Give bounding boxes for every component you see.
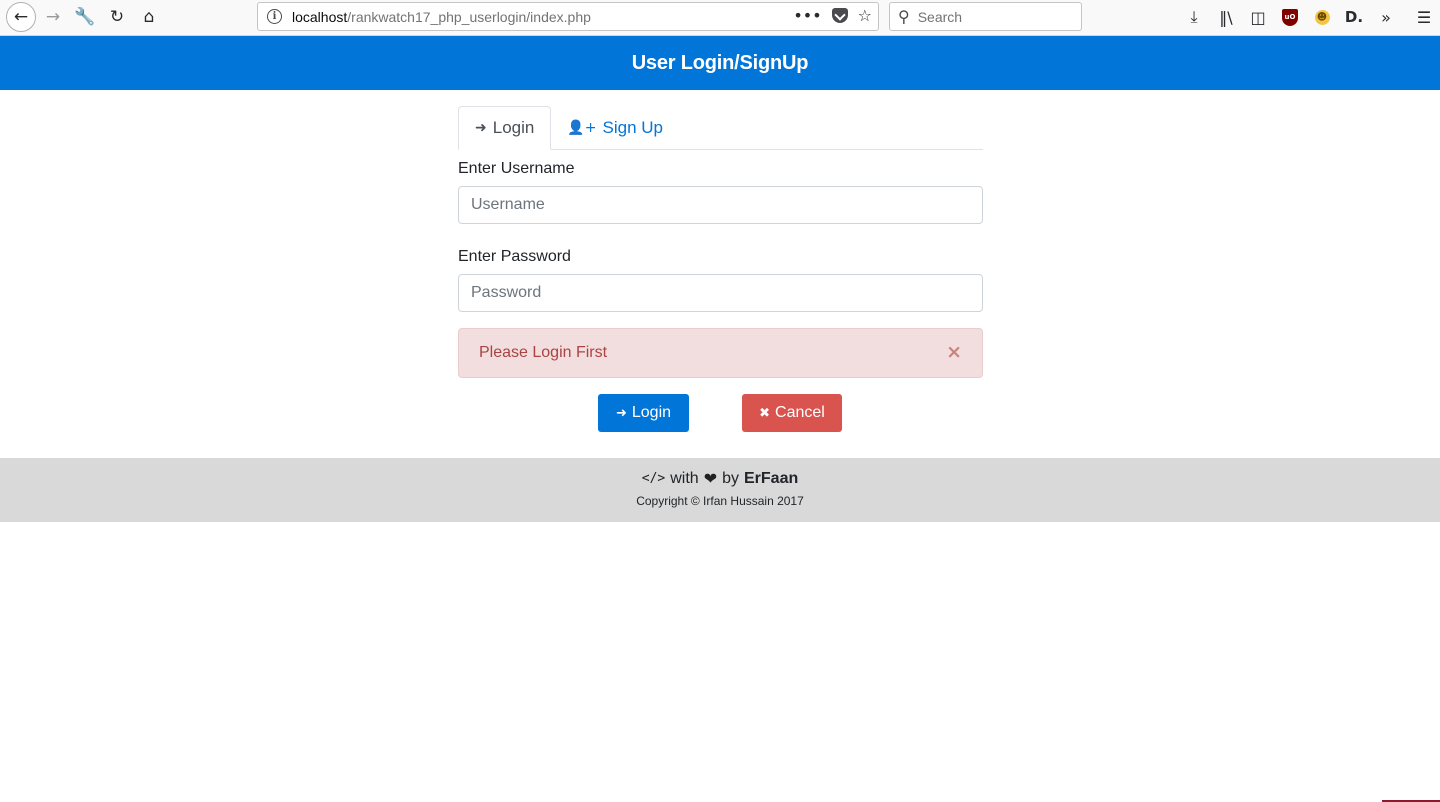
login-button-label: Login [631, 404, 672, 421]
tab-list: ➜ Login 👤+ Sign Up [458, 106, 983, 150]
footer: </> with ❤ by ErFaan Copyright © Irfan H… [0, 458, 1440, 522]
url-host: localhost [292, 8, 348, 25]
overflow-icon[interactable]: » [1370, 4, 1402, 30]
footer-by: by [722, 469, 739, 487]
footer-copyright: Copyright © Irfan Hussain 2017 [636, 494, 804, 508]
bookmark-star-icon[interactable]: ☆ [858, 6, 872, 25]
reload-icon[interactable]: ↻ [102, 2, 132, 32]
cancel-button-label: Cancel [775, 404, 825, 421]
sidebar-icon[interactable]: ◫ [1242, 4, 1274, 30]
password-label: Enter Password [458, 248, 571, 265]
login-panel: ➜ Login 👤+ Sign Up Enter Username Enter … [458, 106, 983, 432]
app-header: User Login/SignUp [0, 36, 1440, 90]
password-input[interactable] [458, 274, 983, 312]
wrench-icon[interactable]: 🔧 [70, 2, 100, 32]
forward-icon[interactable]: → [38, 2, 68, 32]
username-input[interactable] [458, 186, 983, 224]
browser-toolbar: ← → 🔧 ↻ ⌂ i localhost/rankwatch17_php_us… [0, 0, 1440, 36]
d-extension-icon[interactable]: D. [1338, 4, 1370, 30]
emoji-icon: ☻ [1314, 9, 1330, 25]
footer-credit: </> with ❤ by ErFaan [0, 469, 1440, 488]
info-icon[interactable]: i [267, 9, 282, 24]
close-icon[interactable]: × [946, 341, 962, 363]
emoji-icon-button[interactable]: ☻ [1306, 4, 1338, 30]
code-icon: </> [641, 471, 666, 486]
alert-message: Please Login First [479, 344, 608, 361]
heart-icon: ❤ [703, 469, 718, 488]
username-label: Enter Username [458, 160, 575, 177]
search-icon: ⚲ [898, 7, 910, 26]
footer-author: ErFaan [744, 469, 799, 487]
tab-login-label: Login [492, 118, 535, 137]
home-icon[interactable]: ⌂ [134, 2, 164, 32]
pocket-icon[interactable] [831, 8, 848, 23]
page-title: User Login/SignUp [631, 51, 809, 74]
form-actions: ➜ Login ✖ Cancel [458, 394, 983, 432]
login-button[interactable]: ➜ Login [598, 394, 689, 432]
url-path: /rankwatch17_php_userlogin/index.php [347, 8, 591, 25]
more-icon[interactable]: ••• [793, 6, 821, 25]
cancel-button[interactable]: ✖ Cancel [742, 394, 842, 432]
ublock-icon: uO [1282, 8, 1298, 26]
close-icon: ✖ [759, 405, 771, 421]
ublock-icon-button[interactable]: uO [1274, 4, 1306, 30]
back-icon[interactable]: ← [6, 2, 36, 32]
sign-in-icon: ➜ [475, 120, 487, 136]
sign-in-icon: ➜ [615, 405, 627, 421]
download-icon[interactable]: ⤓ [1178, 4, 1210, 30]
browser-search-input[interactable]: ⚲ Search [889, 2, 1082, 31]
url-bar[interactable]: i localhost/rankwatch17_php_userlogin/in… [257, 2, 879, 31]
search-placeholder: Search [917, 8, 963, 25]
tab-signup[interactable]: 👤+ Sign Up [551, 106, 679, 150]
library-icon[interactable]: ‖\ [1210, 4, 1242, 30]
url-text[interactable]: localhost/rankwatch17_php_userlogin/inde… [292, 9, 591, 25]
menu-icon[interactable]: ☰ [1408, 4, 1440, 30]
footer-with: with [670, 469, 699, 487]
user-plus-icon: 👤+ [567, 120, 597, 136]
tab-signup-label: Sign Up [602, 118, 663, 137]
error-alert: Please Login First × [458, 328, 983, 378]
tab-login[interactable]: ➜ Login [458, 106, 552, 150]
